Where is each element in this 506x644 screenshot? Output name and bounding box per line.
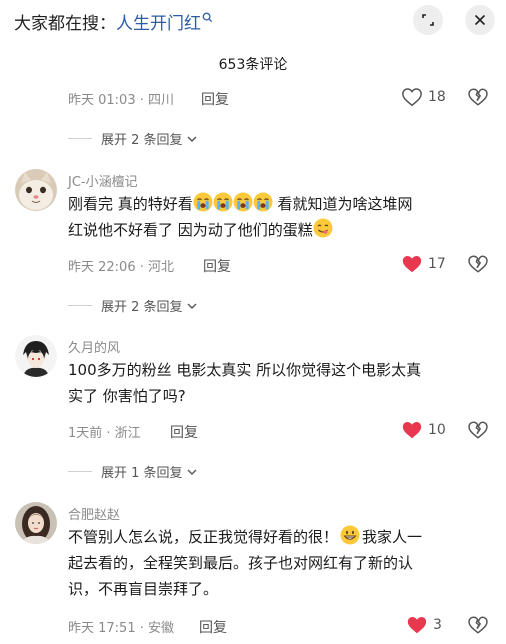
loudly-crying-face-icon xyxy=(213,192,233,212)
reply-button[interactable]: 回复 xyxy=(170,422,198,442)
comment-meta: 昨天 22:06 · 河北 xyxy=(68,260,174,275)
cat-avatar-icon xyxy=(15,169,57,211)
loudly-crying-face-icon xyxy=(193,192,213,212)
search-keyword[interactable]: 人生开门红 xyxy=(116,14,201,34)
loudly-crying-face-icon xyxy=(233,192,253,212)
heart-filled-icon xyxy=(401,253,423,275)
chevron-down-icon xyxy=(187,303,197,309)
like-button[interactable]: 18 xyxy=(401,86,446,108)
heart-icon xyxy=(401,86,423,108)
search-icon xyxy=(202,9,213,23)
heart-filled-icon xyxy=(401,419,423,441)
expand-replies-label: 展开 2 条回复 xyxy=(101,300,183,315)
close-icon xyxy=(474,14,486,26)
dislike-icon[interactable] xyxy=(467,253,489,275)
expand-replies-label: 展开 2 条回复 xyxy=(101,133,183,148)
avatar[interactable] xyxy=(15,169,57,211)
like-count: 10 xyxy=(428,422,446,438)
reply-button[interactable]: 回复 xyxy=(203,256,231,276)
reply-button[interactable]: 回复 xyxy=(201,89,229,109)
dislike-icon[interactable] xyxy=(467,419,489,441)
top-bar: 大家都在搜：人生开门红 xyxy=(0,0,506,44)
anime-avatar-icon xyxy=(15,335,57,377)
comment-text: 不管别人怎么说，反正我觉得好看的很！ 我家人一 起去看的，全程笑到最后。孩子也对网… xyxy=(68,524,498,602)
like-button[interactable]: 10 xyxy=(401,419,446,441)
fullscreen-button[interactable] xyxy=(413,5,443,35)
comment-text: 100多万的粉丝 电影太真实 所以你觉得这个电影太真 实了 你害怕了吗? xyxy=(68,361,422,405)
comment-meta: 昨天 01:03 · 四川 xyxy=(68,93,174,108)
reply-button[interactable]: 回复 xyxy=(199,617,227,637)
dislike-icon[interactable] xyxy=(467,86,489,108)
avatar[interactable] xyxy=(15,335,57,377)
username[interactable]: 合肥赵赵 xyxy=(68,504,120,523)
chevron-down-icon xyxy=(187,136,197,142)
expand-replies-button[interactable]: 展开 1 条回复 xyxy=(68,462,198,481)
like-count: 18 xyxy=(428,89,446,105)
expand-replies-label: 展开 1 条回复 xyxy=(101,466,183,481)
search-suggestion[interactable]: 大家都在搜：人生开门红 xyxy=(14,9,213,34)
grinning-face-icon xyxy=(340,525,360,545)
avatar[interactable] xyxy=(15,502,57,544)
dislike-icon[interactable] xyxy=(467,614,489,636)
chevron-down-icon xyxy=(187,469,197,475)
like-count: 3 xyxy=(433,617,442,633)
like-count: 17 xyxy=(428,256,446,272)
yum-face-icon xyxy=(313,218,333,238)
comment-count: 653条评论 xyxy=(218,57,288,73)
like-button[interactable]: 3 xyxy=(406,614,442,636)
woman-avatar-icon xyxy=(15,502,57,544)
heart-filled-icon xyxy=(406,614,428,636)
close-button[interactable] xyxy=(465,5,495,35)
search-prefix: 大家都在搜： xyxy=(14,14,116,34)
loudly-crying-face-icon xyxy=(253,192,273,212)
like-button[interactable]: 17 xyxy=(401,253,446,275)
expand-icon xyxy=(422,14,434,26)
username[interactable]: JC-小涵檀记 xyxy=(68,171,138,190)
username[interactable]: 久月的风 xyxy=(68,337,120,356)
comment-meta: 1天前 · 浙江 xyxy=(68,426,141,441)
expand-replies-button[interactable]: 展开 2 条回复 xyxy=(68,129,198,148)
comment-text: 刚看完 真的特好看 看就知道为啥这堆网 红说他不好看了 因为动了他们的蛋糕 xyxy=(68,191,498,243)
comment-meta: 昨天 17:51 · 安徽 xyxy=(68,621,174,636)
expand-replies-button[interactable]: 展开 2 条回复 xyxy=(68,296,198,315)
